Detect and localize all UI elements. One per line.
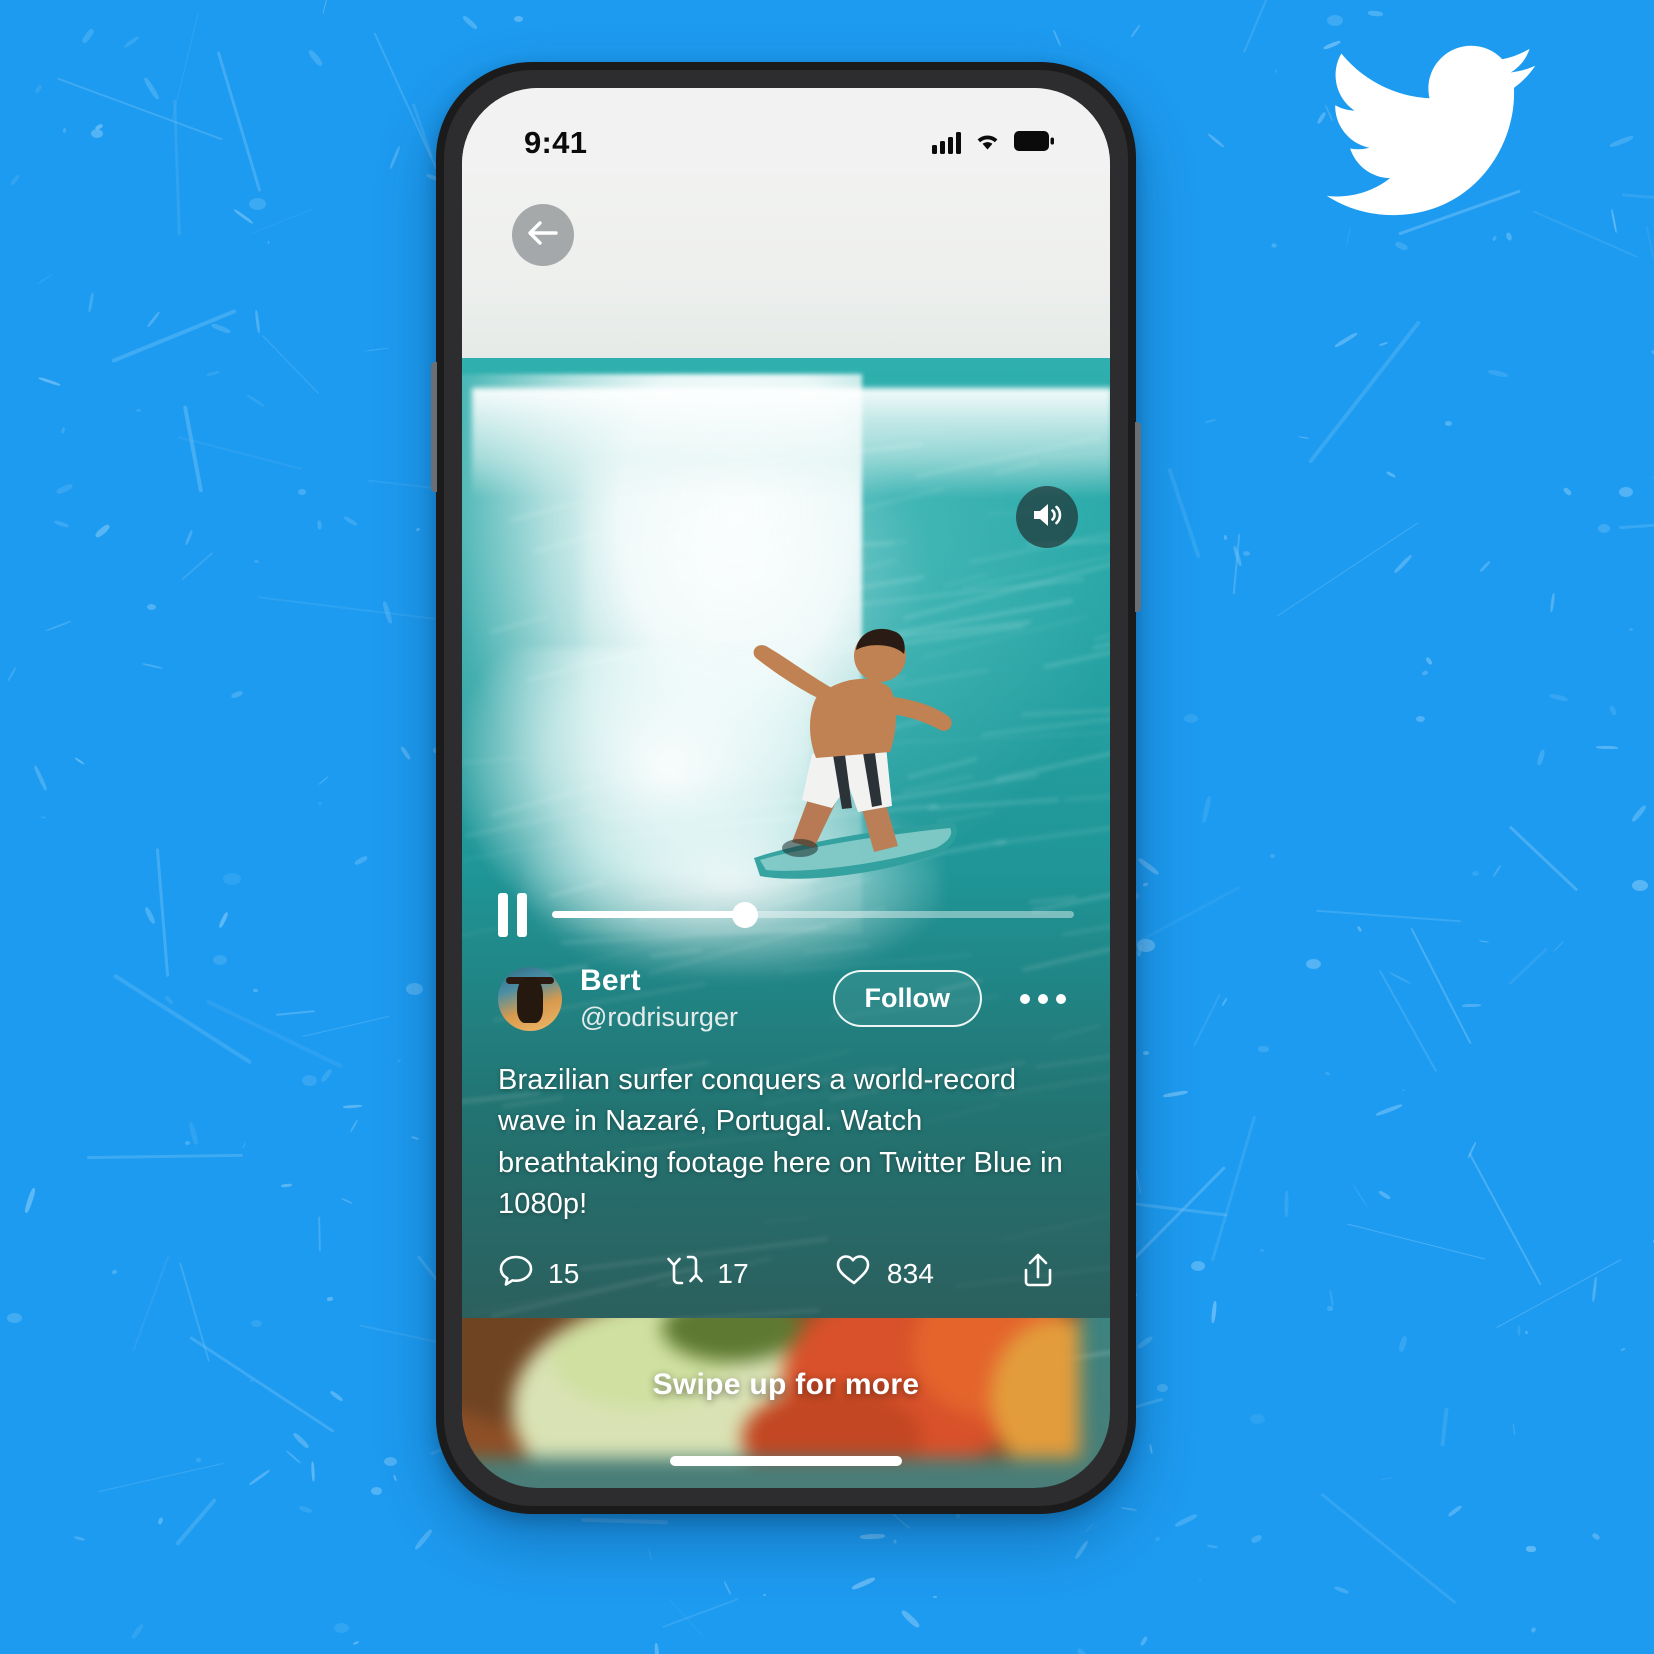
avatar-art-figure — [517, 977, 543, 1024]
playback-controls — [462, 872, 1110, 958]
twitter-bird-icon — [1326, 42, 1536, 218]
reply-action[interactable]: 15 — [498, 1252, 580, 1295]
signal-bars-icon — [932, 132, 961, 154]
pause-button[interactable] — [498, 892, 528, 937]
phone-mockup: 9:41 Bert @rodrisurger Follow Brazilian … — [431, 62, 1141, 1514]
post-actions: 15 17 834 — [462, 1225, 1110, 1296]
reply-icon — [498, 1252, 534, 1295]
phone-screen: 9:41 Bert @rodrisurger Follow Brazilian … — [462, 88, 1110, 1488]
author-handle: @rodrisurger — [580, 1001, 738, 1032]
progress-fill — [552, 911, 746, 919]
sound-toggle-button[interactable] — [1016, 486, 1078, 548]
speaker-on-icon — [1030, 500, 1064, 535]
like-count: 834 — [886, 1257, 935, 1289]
post-text: Brazilian surfer conquers a world-record… — [498, 1064, 1063, 1220]
like-action[interactable]: 834 — [835, 1253, 934, 1294]
progress-knob[interactable] — [732, 901, 759, 928]
follow-button[interactable]: Follow — [832, 970, 982, 1028]
home-indicator — [670, 1456, 902, 1466]
author-display-name: Bert — [580, 963, 641, 997]
wifi-icon — [974, 131, 1001, 156]
more-options-icon[interactable] — [1012, 975, 1074, 1023]
share-action[interactable] — [1020, 1251, 1070, 1296]
post-author-row: Bert @rodrisurger Follow — [462, 958, 1110, 1035]
reply-count: 15 — [548, 1257, 580, 1289]
battery-full-icon — [1014, 130, 1054, 156]
retweet-icon — [665, 1253, 704, 1294]
status-icons — [932, 130, 1054, 156]
share-icon — [1020, 1251, 1056, 1296]
back-arrow-icon — [527, 219, 559, 252]
progress-scrubber[interactable] — [552, 901, 1074, 928]
status-bar: 9:41 — [462, 88, 1110, 174]
author-names: Bert @rodrisurger — [580, 964, 815, 1035]
retweet-action[interactable]: 17 — [665, 1253, 749, 1294]
wave-lip — [472, 388, 1110, 498]
avatar[interactable] — [498, 966, 562, 1031]
like-icon — [835, 1253, 873, 1294]
status-time: 9:41 — [524, 125, 588, 160]
pause-icon-bar-right — [517, 892, 527, 937]
back-button[interactable] — [512, 204, 574, 266]
pause-icon-bar-left — [498, 892, 508, 937]
video-overlay: Bert @rodrisurger Follow Brazilian surfe… — [462, 871, 1110, 1318]
retweet-count: 17 — [717, 1257, 749, 1289]
